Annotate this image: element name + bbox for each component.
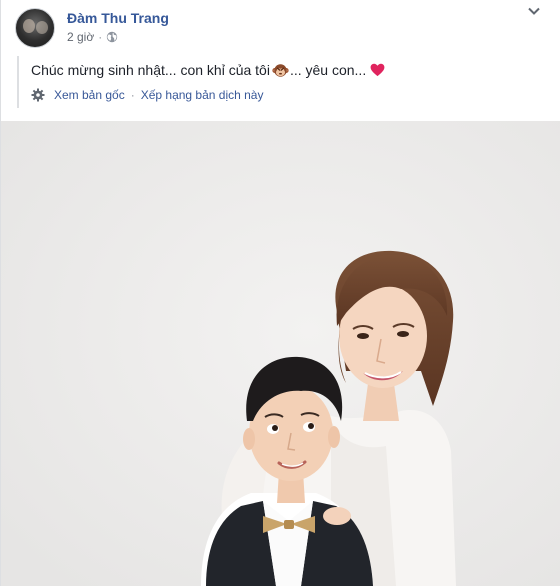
rate-translation-link[interactable]: Xếp hạng bản dịch này: [141, 88, 264, 102]
gear-icon[interactable]: [31, 88, 45, 102]
translation-separator: ·: [130, 88, 135, 102]
dot-separator: ·: [98, 30, 103, 44]
photo-illustration: [1, 121, 560, 586]
post-photo[interactable]: [1, 121, 560, 586]
post-timestamp-row: 2 giờ ·: [67, 30, 169, 44]
globe-icon[interactable]: [106, 31, 118, 43]
see-original-link[interactable]: Xem bản gốc: [54, 88, 125, 102]
post-header: Đàm Thu Trang 2 giờ ·: [15, 8, 169, 50]
post-text-part1: Chúc mừng sinh nhật... con khỉ của tôi: [31, 62, 270, 78]
author-name[interactable]: Đàm Thu Trang: [67, 9, 169, 27]
avatar[interactable]: [15, 8, 55, 48]
post-meta: Đàm Thu Trang 2 giờ ·: [67, 9, 169, 44]
post-card: Đàm Thu Trang 2 giờ · Chúc mừng sinh nhậ…: [0, 0, 560, 586]
post-text: Chúc mừng sinh nhật... con khỉ của tôi .…: [31, 60, 385, 80]
post-time[interactable]: 2 giờ: [67, 30, 94, 44]
chevron-down-icon[interactable]: [526, 4, 542, 18]
post-text-part2: ... yêu con...: [289, 62, 367, 78]
monkey-face-icon: [272, 63, 289, 77]
translation-bar: Xem bản gốc · Xếp hạng bản dịch này: [31, 88, 263, 102]
red-heart-icon: [370, 63, 385, 77]
translation-quote-bar: [17, 56, 19, 108]
